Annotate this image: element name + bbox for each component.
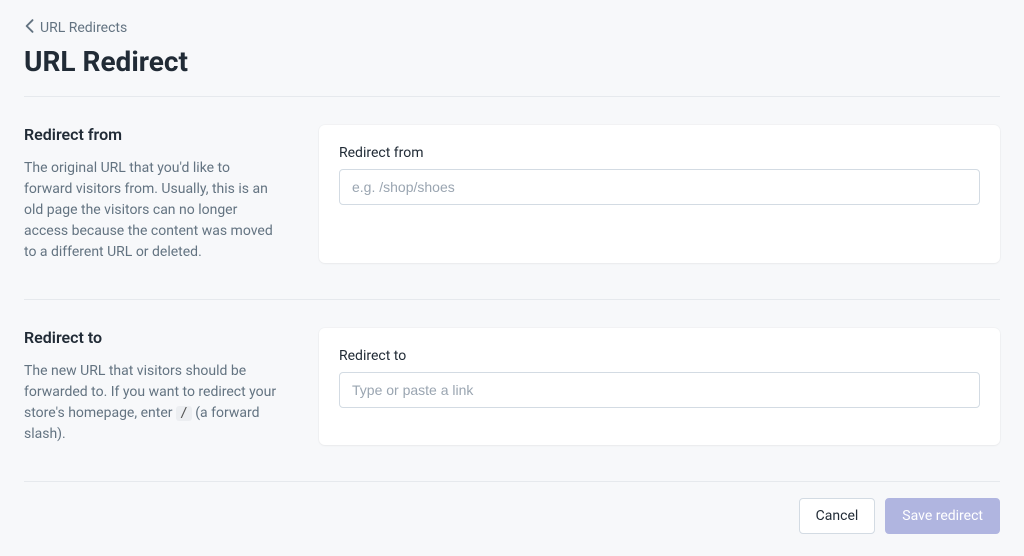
save-redirect-button[interactable]: Save redirect — [885, 498, 1000, 534]
section-info-to: Redirect to The new URL that visitors sh… — [24, 328, 279, 445]
breadcrumb-label: URL Redirects — [40, 20, 127, 36]
card-redirect-to: Redirect to — [319, 328, 1000, 445]
section-heading-from: Redirect from — [24, 125, 279, 144]
chevron-left-icon — [24, 19, 34, 37]
section-description-to: The new URL that visitors should be forw… — [24, 361, 279, 445]
field-label-to: Redirect to — [339, 348, 980, 364]
redirect-to-input[interactable] — [339, 372, 980, 408]
field-label-from: Redirect from — [339, 145, 980, 161]
footer-actions: Cancel Save redirect — [24, 482, 1000, 534]
section-heading-to: Redirect to — [24, 328, 279, 347]
card-redirect-from: Redirect from — [319, 125, 1000, 263]
section-redirect-to: Redirect to The new URL that visitors sh… — [24, 300, 1000, 482]
inline-code-slash: / — [176, 406, 192, 421]
section-info-from: Redirect from The original URL that you'… — [24, 125, 279, 263]
section-description-from: The original URL that you'd like to forw… — [24, 158, 279, 263]
redirect-from-input[interactable] — [339, 169, 980, 205]
page-title: URL Redirect — [24, 45, 1000, 78]
section-redirect-from: Redirect from The original URL that you'… — [24, 97, 1000, 300]
cancel-button[interactable]: Cancel — [799, 498, 876, 534]
breadcrumb-back[interactable]: URL Redirects — [24, 19, 127, 37]
